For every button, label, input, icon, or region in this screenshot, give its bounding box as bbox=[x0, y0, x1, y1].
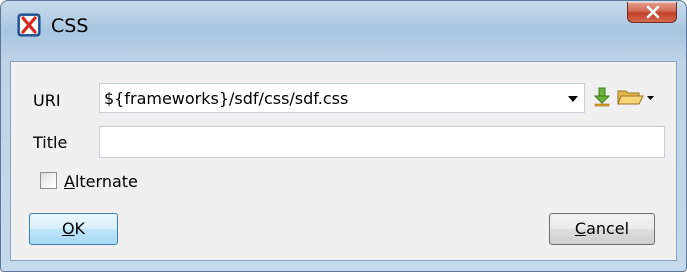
ok-mnemonic: O bbox=[61, 219, 75, 238]
download-icon[interactable] bbox=[594, 87, 610, 107]
cancel-mnemonic: C bbox=[574, 219, 587, 238]
alternate-checkbox[interactable] bbox=[40, 172, 57, 189]
dialog-content: URI ${frameworks}/sdf/css/sdf.css Title … bbox=[10, 61, 677, 261]
uri-combobox[interactable]: ${frameworks}/sdf/css/sdf.css bbox=[99, 83, 585, 113]
uri-label: URI bbox=[33, 91, 61, 110]
ok-button[interactable]: OK bbox=[29, 213, 118, 245]
alternate-label-text: lternate bbox=[74, 172, 138, 191]
title-label: Title bbox=[33, 133, 68, 152]
ok-label-text: K bbox=[74, 219, 86, 238]
title-bar[interactable]: CSS bbox=[1, 1, 686, 53]
title-input[interactable] bbox=[99, 126, 665, 158]
window-title: CSS bbox=[51, 15, 89, 37]
app-x-icon bbox=[17, 13, 41, 37]
close-icon bbox=[646, 5, 660, 19]
uri-value: ${frameworks}/sdf/css/sdf.css bbox=[104, 89, 349, 108]
open-folder-icon[interactable] bbox=[617, 87, 645, 107]
alternate-mnemonic: A bbox=[64, 172, 75, 191]
cancel-button[interactable]: Cancel bbox=[549, 213, 655, 245]
cancel-label-text: ancel bbox=[586, 219, 630, 238]
alternate-label[interactable]: Alternate bbox=[64, 172, 138, 191]
folder-menu-arrow-icon[interactable] bbox=[647, 96, 654, 100]
close-button[interactable] bbox=[627, 2, 677, 23]
css-dialog-window: CSS URI ${frameworks}/sdf/css/sdf.css Ti… bbox=[0, 0, 687, 272]
dropdown-arrow-icon[interactable] bbox=[568, 96, 578, 102]
